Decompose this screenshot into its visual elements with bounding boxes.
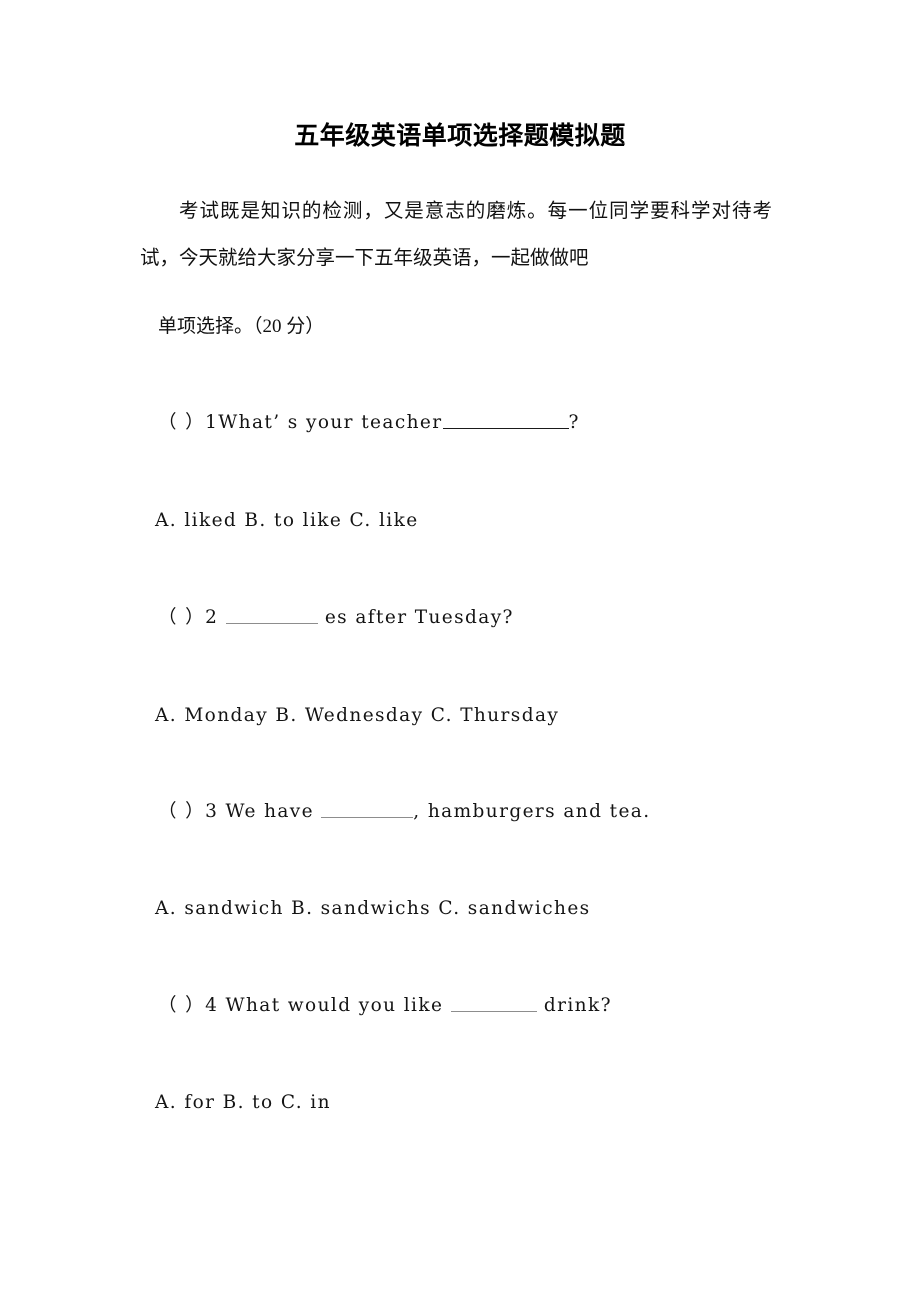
question-4-blank[interactable]: [450, 994, 537, 1012]
question-1-suffix: ?: [568, 412, 580, 433]
page-title: 五年级英语单项选择题模拟题: [294, 121, 626, 150]
options-line-1[interactable]: A. liked B. to like C. like: [155, 506, 419, 536]
question-line-2: （ ）2 es after Tuesday?: [158, 603, 514, 633]
document-page: 五年级英语单项选择题模拟题 考试既是知识的检测，又是意志的磨炼。每一位同学要科学…: [0, 0, 920, 1302]
question-line-4: （ ）4 What would you like drink?: [158, 991, 612, 1021]
question-2-blank[interactable]: [225, 606, 318, 624]
question-4-suffix: drink?: [536, 995, 612, 1016]
question-3-suffix: , hamburgers and tea.: [413, 801, 651, 822]
section-heading-multiple-choice: 单项选择。（20 分）: [158, 316, 325, 337]
question-1-blank[interactable]: [442, 411, 569, 429]
question-4-prefix: （ ）4 What would you like: [158, 995, 451, 1016]
intro-paragraph: 考试既是知识的检测，又是意志的磨炼。每一位同学要科学对待考试，今天就给大家分享一…: [140, 200, 772, 269]
question-3-blank[interactable]: [321, 800, 414, 818]
question-line-1: （ ）1What’ s your teacher?: [158, 408, 580, 438]
question-2-prefix: （ ）2: [158, 607, 226, 628]
question-2-suffix: es after Tuesday?: [317, 607, 514, 628]
options-line-4[interactable]: A. for B. to C. in: [155, 1088, 331, 1118]
question-3-prefix: （ ）3 We have: [158, 801, 322, 822]
options-line-2[interactable]: A. Monday B. Wednesday C. Thursday: [155, 701, 559, 731]
question-line-3: （ ）3 We have , hamburgers and tea.: [158, 797, 651, 827]
options-line-3[interactable]: A. sandwich B. sandwichs C. sandwiches: [155, 894, 591, 924]
question-1-prefix: （ ）1What’ s your teacher: [158, 412, 443, 433]
